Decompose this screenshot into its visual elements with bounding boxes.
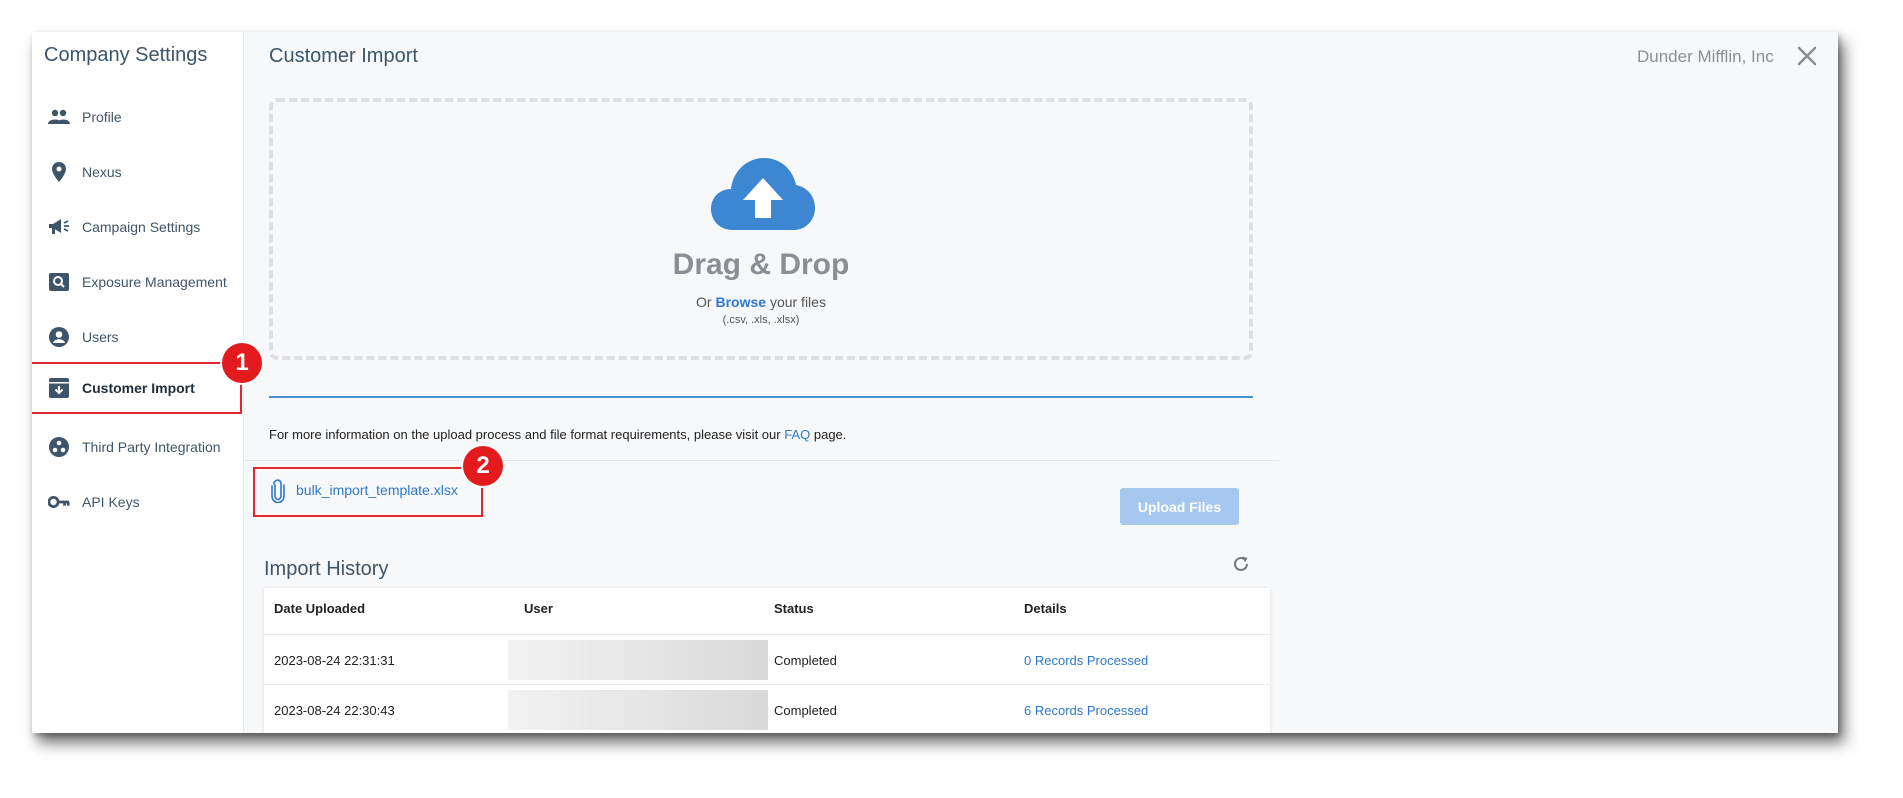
sidebar-item-label: Nexus	[82, 164, 122, 180]
location-pin-icon	[48, 161, 70, 183]
sidebar-item-exposure-management[interactable]: Exposure Management	[32, 257, 243, 307]
your-files-text: your files	[769, 294, 826, 310]
file-dropzone[interactable]: Drag & Drop Or Browse your files (.csv, …	[269, 98, 1253, 360]
template-download-link[interactable]: bulk_import_template.xlsx	[296, 482, 458, 498]
paperclip-icon	[270, 479, 288, 504]
sidebar-item-label: Third Party Integration	[82, 439, 221, 455]
drag-drop-title: Drag & Drop	[672, 248, 850, 281]
sidebar-item-label: Users	[82, 329, 119, 345]
import-history-table: Date Uploaded User Status Details 2023-0…	[264, 588, 1270, 733]
sidebar-item-campaign-settings[interactable]: Campaign Settings	[32, 202, 243, 252]
sidebar: Company Settings Profile Nexus Campaign …	[32, 32, 244, 733]
refresh-button[interactable]	[1232, 555, 1252, 575]
progress-divider	[269, 396, 1253, 398]
info-prefix: For more information on the upload proce…	[269, 427, 781, 442]
info-suffix: page.	[813, 427, 847, 442]
user-cell-redacted	[508, 690, 768, 730]
key-icon	[48, 491, 70, 513]
megaphone-icon	[48, 216, 70, 238]
sidebar-item-label: Profile	[82, 109, 122, 125]
date-cell: 2023-08-24 22:31:31	[274, 653, 395, 668]
people-icon	[48, 106, 70, 128]
company-settings-window: Company Settings Profile Nexus Campaign …	[32, 32, 1838, 733]
or-text: Or	[696, 294, 712, 310]
sidebar-item-customer-import[interactable]: Customer Import	[32, 362, 242, 414]
annotation-badge-1: 1	[222, 343, 262, 383]
search-box-icon	[48, 271, 70, 293]
date-cell: 2023-08-24 22:30:43	[274, 703, 395, 718]
company-name: Dunder Mifflin, Inc	[1637, 47, 1774, 66]
table-row: 2023-08-24 22:30:43 Completed 6 Records …	[264, 684, 1270, 733]
details-link[interactable]: 0 Records Processed	[1024, 653, 1148, 668]
sidebar-item-third-party-integration[interactable]: Third Party Integration	[32, 422, 243, 472]
table-row: 2023-08-24 22:31:31 Completed 0 Records …	[264, 634, 1270, 685]
column-header-date: Date Uploaded	[274, 601, 366, 616]
user-cell-redacted	[508, 640, 768, 680]
user-circle-icon	[48, 326, 70, 348]
close-button[interactable]	[1796, 45, 1820, 69]
sidebar-item-api-keys[interactable]: API Keys	[32, 477, 243, 527]
status-cell: Completed	[774, 653, 837, 668]
import-box-icon	[48, 377, 70, 399]
status-cell: Completed	[774, 703, 837, 718]
import-history-title: Import History	[264, 558, 389, 580]
info-text: For more information on the upload proce…	[269, 427, 846, 442]
details-link[interactable]: 6 Records Processed	[1024, 703, 1148, 718]
sidebar-item-profile[interactable]: Profile	[32, 92, 243, 142]
sidebar-item-label: Customer Import	[82, 380, 195, 396]
drag-drop-subtitle: Or Browse your files	[273, 294, 1249, 310]
file-types-hint: (.csv, .xls, .xlsx)	[722, 314, 800, 326]
section-divider	[243, 460, 1279, 461]
sidebar-item-label: Campaign Settings	[82, 219, 201, 235]
sidebar-item-label: Exposure Management	[82, 274, 227, 290]
faq-link[interactable]: FAQ	[784, 427, 810, 442]
close-icon	[1797, 46, 1817, 66]
column-header-user: User	[524, 601, 553, 616]
cloud-upload-icon	[711, 156, 815, 232]
browse-link[interactable]: Browse	[715, 294, 766, 310]
page-title: Customer Import	[269, 45, 418, 67]
annotation-badge-2: 2	[463, 446, 503, 486]
column-header-details: Details	[1024, 601, 1067, 616]
sidebar-item-nexus[interactable]: Nexus	[32, 147, 243, 197]
sidebar-item-label: API Keys	[82, 494, 140, 510]
sidebar-item-users[interactable]: Users	[32, 312, 243, 362]
column-header-status: Status	[774, 601, 814, 616]
refresh-icon	[1234, 556, 1248, 571]
sidebar-title: Company Settings	[44, 44, 208, 66]
integration-icon	[48, 436, 70, 458]
upload-files-button[interactable]: Upload Files	[1120, 488, 1239, 525]
